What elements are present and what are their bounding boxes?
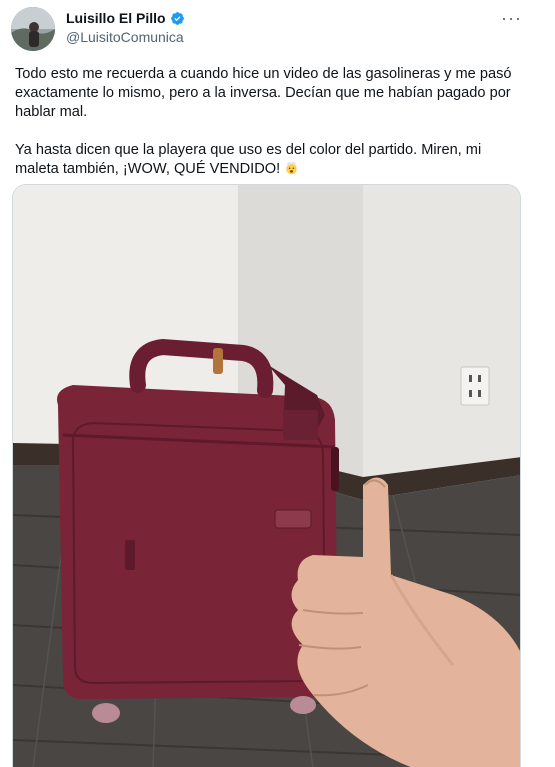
author-name-row: Luisillo El Pillo: [66, 10, 185, 26]
tweet-paragraph-2-text: Ya hasta dicen que la playera que uso es…: [15, 142, 482, 177]
suitcase-thumbs-up-photo: [13, 185, 520, 767]
tweet-media-photo[interactable]: [12, 184, 521, 767]
more-options-icon[interactable]: ···: [501, 8, 522, 29]
tweet-card[interactable]: Luisillo El Pillo @LuisitoComunica ··· T…: [0, 0, 555, 767]
avatar[interactable]: [11, 7, 55, 51]
exploding-head-emoji-icon: [286, 161, 297, 175]
author-handle[interactable]: @LuisitoComunica: [66, 29, 184, 45]
display-name[interactable]: Luisillo El Pillo: [66, 10, 166, 26]
avatar-photo: [11, 7, 55, 51]
tweet-text: Todo esto me recuerda a cuando hice un v…: [15, 65, 520, 198]
tweet-paragraph-1: Todo esto me recuerda a cuando hice un v…: [15, 66, 512, 120]
verified-badge-icon: [170, 11, 184, 25]
tweet-paragraph-2: Ya hasta dicen que la playera que uso es…: [15, 141, 520, 179]
